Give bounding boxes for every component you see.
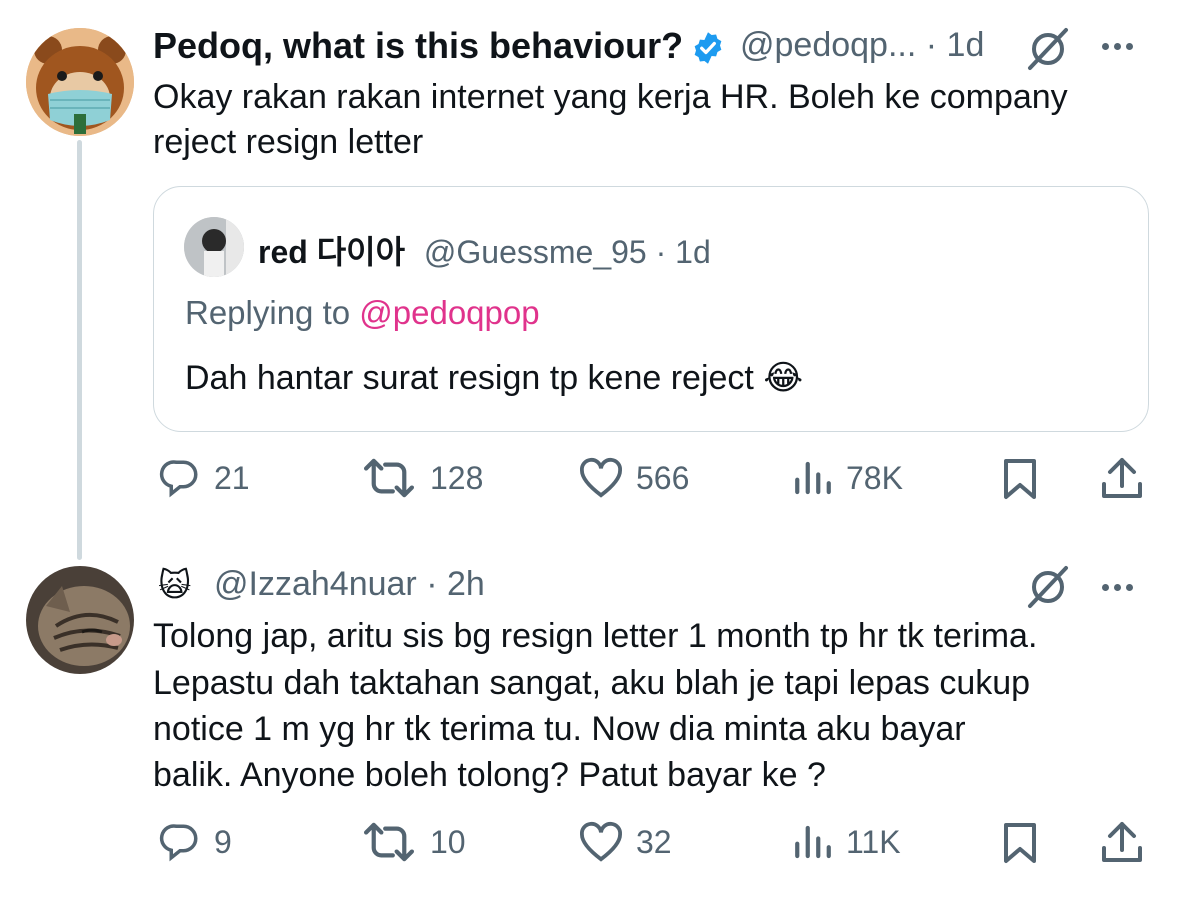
avatar-red[interactable] [184,217,244,277]
repost-button[interactable]: 10 [360,821,466,863]
more-icon[interactable] [1102,43,1133,50]
views-icon [795,825,831,859]
reply-count: 21 [214,459,250,496]
reply-count: 9 [214,823,232,860]
replying-to-label: Replying to [185,294,360,331]
views-button[interactable]: 78K [792,457,903,499]
like-button[interactable]: 566 [578,457,689,499]
quoted-avatar-image [184,217,244,277]
avatar-pedoq[interactable] [26,28,134,136]
repost-count: 10 [430,823,466,860]
separator-dot: · [655,234,667,270]
quoted-handle[interactable]: @Guessme_95 [424,234,647,270]
like-count: 32 [636,823,672,860]
like-button[interactable]: 32 [578,821,672,863]
more-icon[interactable] [1102,584,1133,591]
tweet-text-line-1: Tolong jap, aritu sis bg resign letter 1… [153,617,1038,655]
separator-dot: · [426,565,438,603]
repost-icon [363,822,415,862]
views-count: 11K [846,823,901,860]
like-count: 566 [636,459,690,496]
like-icon [579,821,623,862]
bookmark-icon[interactable] [1000,457,1040,501]
reply-button[interactable]: 9 [158,821,232,863]
verified-badge-icon [694,32,722,64]
views-icon [795,461,831,495]
tweet-text-line-3: notice 1 m yg hr tk terima tu. Now dia m… [153,710,966,748]
bear-mask-avatar-image [26,28,134,136]
laughing-emoji: 😂 [763,359,804,397]
handle[interactable]: @pedoqp... [740,26,916,64]
repost-icon [363,458,415,498]
grok-icon[interactable] [1024,26,1072,72]
reply-icon [159,824,198,862]
tweet-text-line-4: balik. Anyone boleh tolong? Patut bayar … [153,756,826,794]
grok-icon[interactable] [1024,564,1072,610]
timestamp[interactable]: 1d [947,26,985,64]
quoted-display-name[interactable]: red 다이아 [258,234,405,270]
tweet-text-line-2: Lepastu dah taktahan sangat, aku blah je… [153,664,1031,702]
tweet-text-line-2: reject resign letter [153,123,424,161]
separator-dot: · [925,26,938,64]
reply-icon [159,460,198,498]
quoted-tweet-text: Dah hantar surat resign tp kene reject [185,359,754,397]
reply-button[interactable]: 21 [158,457,250,499]
replying-to-mention[interactable]: @pedoqpop [359,294,539,331]
thread-connector-line [77,140,82,560]
bookmark-icon[interactable] [1000,821,1040,865]
share-icon[interactable] [1100,820,1144,866]
handle[interactable]: @Izzah4nuar [214,565,417,603]
timestamp[interactable]: 2h [447,565,485,603]
views-button[interactable]: 11K [792,821,901,863]
views-count: 78K [846,459,903,496]
tweet-text-line-1: Okay rakan rakan internet yang kerja HR.… [153,78,1068,116]
like-icon [579,457,623,498]
avatar-izzah[interactable] [26,566,134,674]
display-name[interactable]: Pedoq, what is this behaviour? [153,25,683,67]
display-name-emoji[interactable]: 🙀 [158,566,191,604]
share-icon[interactable] [1100,456,1144,502]
repost-count: 128 [430,459,484,496]
kitten-avatar-image [26,566,134,674]
quoted-timestamp[interactable]: 1d [675,234,711,270]
repost-button[interactable]: 128 [360,457,483,499]
